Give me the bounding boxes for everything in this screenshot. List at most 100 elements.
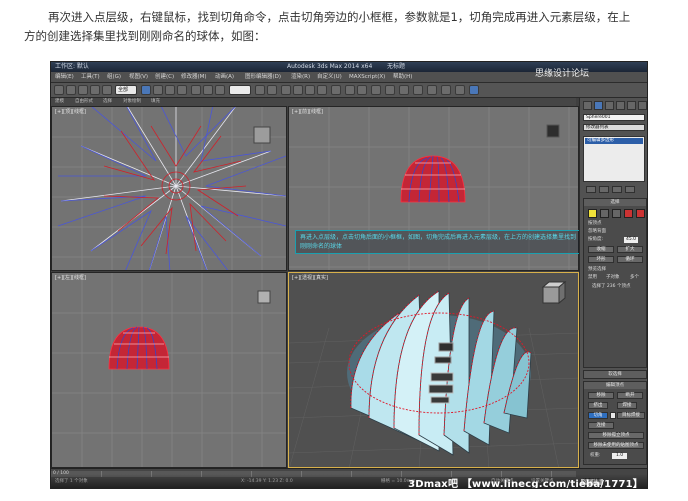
motion-tab-icon[interactable] xyxy=(616,101,625,110)
window-crossing-icon[interactable] xyxy=(177,85,187,95)
ribbon-tab-populate[interactable]: 填充 xyxy=(151,98,160,106)
menu-modifiers[interactable]: 修改器(M) xyxy=(181,72,207,83)
named-selection-icon[interactable] xyxy=(331,85,341,95)
angle-snap-icon[interactable] xyxy=(293,85,303,95)
grow-button[interactable]: 扩大 xyxy=(617,246,643,253)
viewport-perspective[interactable]: [+][透视][真实] xyxy=(288,272,579,468)
viewcube-left-icon[interactable] xyxy=(257,290,271,304)
workspace-label[interactable]: 工作区: 默认 xyxy=(55,62,89,72)
by-vertex-checkbox[interactable]: 按顶点 xyxy=(588,221,602,227)
show-end-result-icon[interactable] xyxy=(599,186,609,193)
material-editor-icon[interactable] xyxy=(427,85,437,95)
graphite-icon[interactable] xyxy=(385,85,395,95)
extrude-button[interactable]: 挤出 xyxy=(588,402,608,409)
menu-edit[interactable]: 编辑(E) xyxy=(55,72,74,83)
angle-spinner[interactable]: 45.0 xyxy=(624,237,639,243)
shrink-button[interactable]: 收缩 xyxy=(588,246,614,253)
spinner-snap-icon[interactable] xyxy=(317,85,327,95)
render-setup-icon[interactable] xyxy=(441,85,451,95)
select-by-name-icon[interactable] xyxy=(153,85,163,95)
target-weld-button[interactable]: 目标焊接 xyxy=(617,412,645,419)
reference-coord-dropdown[interactable] xyxy=(229,85,251,95)
unlink-icon[interactable] xyxy=(90,85,100,95)
redo-icon[interactable] xyxy=(66,85,76,95)
scale-icon[interactable] xyxy=(215,85,225,95)
layer-icon[interactable] xyxy=(371,85,381,95)
viewport-persp-label[interactable]: [+][透视][真实] xyxy=(292,274,328,281)
polygon-mode-icon[interactable] xyxy=(624,209,633,218)
weld-button[interactable]: 焊接 xyxy=(617,402,637,409)
curve-editor-icon[interactable] xyxy=(399,85,409,95)
move-icon[interactable] xyxy=(191,85,201,95)
menu-tools[interactable]: 工具(T) xyxy=(81,72,100,83)
menu-customize[interactable]: 自定义(U) xyxy=(317,72,342,83)
selection-filter-dropdown[interactable]: 全部 xyxy=(115,85,137,95)
quad-menu-item[interactable] xyxy=(430,396,450,404)
vertex-mode-icon[interactable] xyxy=(588,209,597,218)
create-tab-icon[interactable] xyxy=(583,101,592,110)
hierarchy-tab-icon[interactable] xyxy=(605,101,614,110)
chamfer-settings-icon[interactable] xyxy=(430,372,454,382)
soft-selection-header[interactable]: 软选择 xyxy=(584,371,646,378)
select-object-icon[interactable] xyxy=(141,85,151,95)
ring-button[interactable]: 环形 xyxy=(588,256,614,263)
rect-select-icon[interactable] xyxy=(165,85,175,95)
border-mode-icon[interactable] xyxy=(612,209,621,218)
select-manipulate-icon[interactable] xyxy=(267,85,277,95)
remove-isolated-button[interactable]: 移除孤立顶点 xyxy=(588,432,644,439)
modify-tab-icon[interactable] xyxy=(594,101,603,110)
weight-spinner[interactable]: 1.0 xyxy=(612,453,628,459)
quad-menu-item[interactable] xyxy=(428,384,454,394)
connect-button[interactable]: 连接 xyxy=(588,422,614,429)
modifier-list-dropdown[interactable]: 修改器列表 xyxy=(583,124,645,131)
undo-icon[interactable] xyxy=(54,85,64,95)
pin-stack-icon[interactable] xyxy=(586,186,596,193)
stack-item-editable-poly[interactable]: 可编辑多边形 xyxy=(585,138,643,144)
ribbon-tab-objectpaint[interactable]: 对象绘制 xyxy=(123,98,141,106)
ribbon-tab-freeform[interactable]: 自由形式 xyxy=(75,98,93,106)
menu-graph[interactable]: 图形编辑器(D) xyxy=(245,72,281,83)
rendered-frame-icon[interactable] xyxy=(455,85,465,95)
percent-snap-icon[interactable] xyxy=(305,85,315,95)
mirror-icon[interactable] xyxy=(345,85,355,95)
quad-menu-item[interactable] xyxy=(438,342,454,352)
viewport-left[interactable]: [+][左][线框] xyxy=(51,272,287,468)
menu-help[interactable]: 帮助(H) xyxy=(393,72,412,83)
viewcube-persp-icon[interactable] xyxy=(541,280,567,305)
viewport-left-label[interactable]: [+][左][线框] xyxy=(55,274,86,281)
menu-group[interactable]: 组(G) xyxy=(107,72,121,83)
chamfer-button[interactable]: 切角 xyxy=(588,412,608,419)
selection-rollout-header[interactable]: 选择 xyxy=(584,199,646,206)
by-angle-checkbox[interactable]: 按角度: xyxy=(588,237,603,243)
viewport-front-label[interactable]: [+][前][线框] xyxy=(292,108,323,115)
remove-button[interactable]: 移除 xyxy=(588,392,614,399)
ribbon-tab-modeling[interactable]: 建模 xyxy=(55,98,64,106)
schematic-icon[interactable] xyxy=(413,85,423,95)
align-icon[interactable] xyxy=(357,85,367,95)
preview-multi-radio[interactable]: 多个 xyxy=(630,275,639,281)
remove-unused-map-button[interactable]: 移除未使用的贴图顶点 xyxy=(588,442,644,449)
chamfer-settings-button[interactable] xyxy=(610,412,616,419)
viewcube-front-icon[interactable] xyxy=(546,124,560,138)
display-tab-icon[interactable] xyxy=(627,101,636,110)
ribbon-tab-selection[interactable]: 选择 xyxy=(103,98,112,106)
object-name-field[interactable]: Sphere001 xyxy=(583,114,645,121)
menu-maxscript[interactable]: MAXScript(X) xyxy=(349,72,385,83)
preview-subobject-radio[interactable]: 子对象 xyxy=(606,275,620,281)
render-icon[interactable] xyxy=(469,85,479,95)
pivot-icon[interactable] xyxy=(255,85,265,95)
snap-icon[interactable] xyxy=(281,85,291,95)
menu-animation[interactable]: 动画(A) xyxy=(215,72,234,83)
rotate-icon[interactable] xyxy=(203,85,213,95)
viewcube-icon[interactable] xyxy=(253,126,271,144)
menu-render[interactable]: 渲染(R) xyxy=(291,72,310,83)
utilities-tab-icon[interactable] xyxy=(638,101,647,110)
element-mode-icon[interactable] xyxy=(636,209,645,218)
menu-create[interactable]: 创建(C) xyxy=(155,72,174,83)
quad-menu-item[interactable] xyxy=(434,356,452,364)
preview-disabled-radio[interactable]: 禁用 xyxy=(588,275,597,281)
edge-mode-icon[interactable] xyxy=(600,209,609,218)
ignore-backfacing-checkbox[interactable]: 忽略背面 xyxy=(588,229,606,235)
link-icon[interactable] xyxy=(78,85,88,95)
edit-vertices-header[interactable]: 编辑顶点 xyxy=(584,382,646,389)
